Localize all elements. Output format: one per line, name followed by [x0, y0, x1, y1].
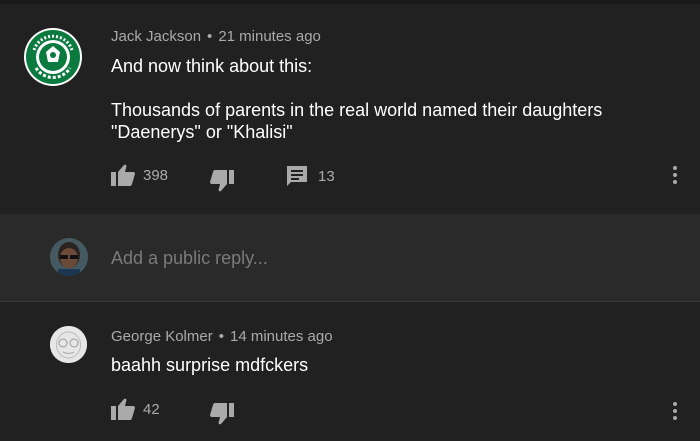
- author-name[interactable]: George Kolmer: [111, 328, 213, 345]
- starbucks-logo-icon: [26, 30, 80, 84]
- comment-text: And now think about this: Thousands of p…: [111, 56, 603, 142]
- reply-count: 13: [318, 167, 335, 185]
- thumbs-up-icon: [111, 164, 135, 186]
- comment-item: George Kolmer • 14 minutes ago baahh surpr…: [0, 302, 700, 441]
- sketch-face-icon: [50, 326, 87, 363]
- thumbs-down-icon: [210, 170, 234, 192]
- like-count: 42: [143, 400, 160, 418]
- thumbs-down-icon: [210, 403, 234, 425]
- comment-time[interactable]: 21 minutes ago: [218, 28, 321, 45]
- comment-meta: Jack Jackson • 21 minutes ago: [111, 28, 321, 45]
- like-count: 398: [143, 166, 169, 184]
- meta-separator: •: [207, 28, 213, 45]
- more-vert-icon[interactable]: [672, 166, 678, 184]
- comment-icon: [287, 166, 307, 186]
- comment-item: Jack Jackson • 21 minutes ago And now thin…: [0, 4, 700, 214]
- more-vert-icon[interactable]: [672, 402, 678, 420]
- avatar[interactable]: [24, 28, 82, 86]
- reply-input[interactable]: Add a public reply...: [111, 248, 268, 269]
- like-button[interactable]: 42: [111, 398, 160, 420]
- reply-count-button[interactable]: 13: [285, 164, 335, 188]
- author-name[interactable]: Jack Jackson: [111, 28, 201, 45]
- meta-separator: •: [218, 328, 224, 345]
- user-avatar-icon: [50, 238, 88, 276]
- comment-meta: George Kolmer • 14 minutes ago: [111, 328, 333, 345]
- like-button[interactable]: 398: [111, 164, 168, 186]
- user-avatar[interactable]: [50, 238, 88, 276]
- reply-bar: Add a public reply...: [0, 214, 700, 302]
- comment-text: baahh surprise mdfckers: [111, 355, 309, 375]
- comment-time[interactable]: 14 minutes ago: [230, 328, 333, 345]
- thumbs-up-icon: [111, 398, 135, 420]
- dislike-button[interactable]: [210, 170, 234, 192]
- dislike-button[interactable]: [210, 403, 234, 425]
- avatar[interactable]: [50, 326, 87, 363]
